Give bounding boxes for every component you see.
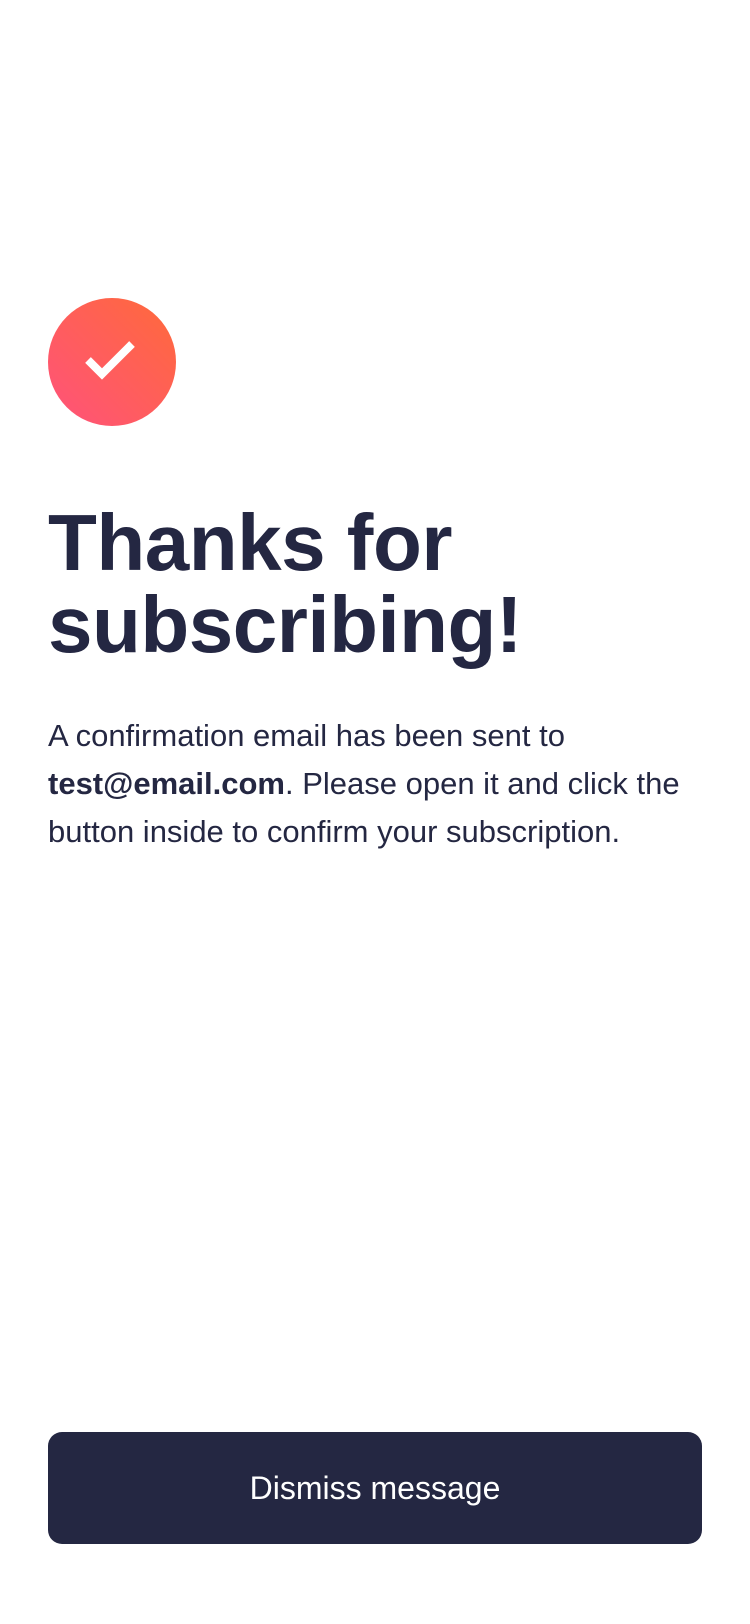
checkmark-icon <box>85 341 135 380</box>
page-title: Thanks for subscribing! <box>48 498 523 669</box>
dismiss-button[interactable]: Dismiss message <box>48 1432 702 1544</box>
message-text-start: A confirmation email has been sent to <box>48 718 565 753</box>
email-address: test@email.com <box>48 766 285 801</box>
success-badge <box>48 298 176 426</box>
confirmation-message: A confirmation email has been sent to te… <box>48 712 708 856</box>
dismiss-button-label: Dismiss message <box>249 1469 501 1506</box>
